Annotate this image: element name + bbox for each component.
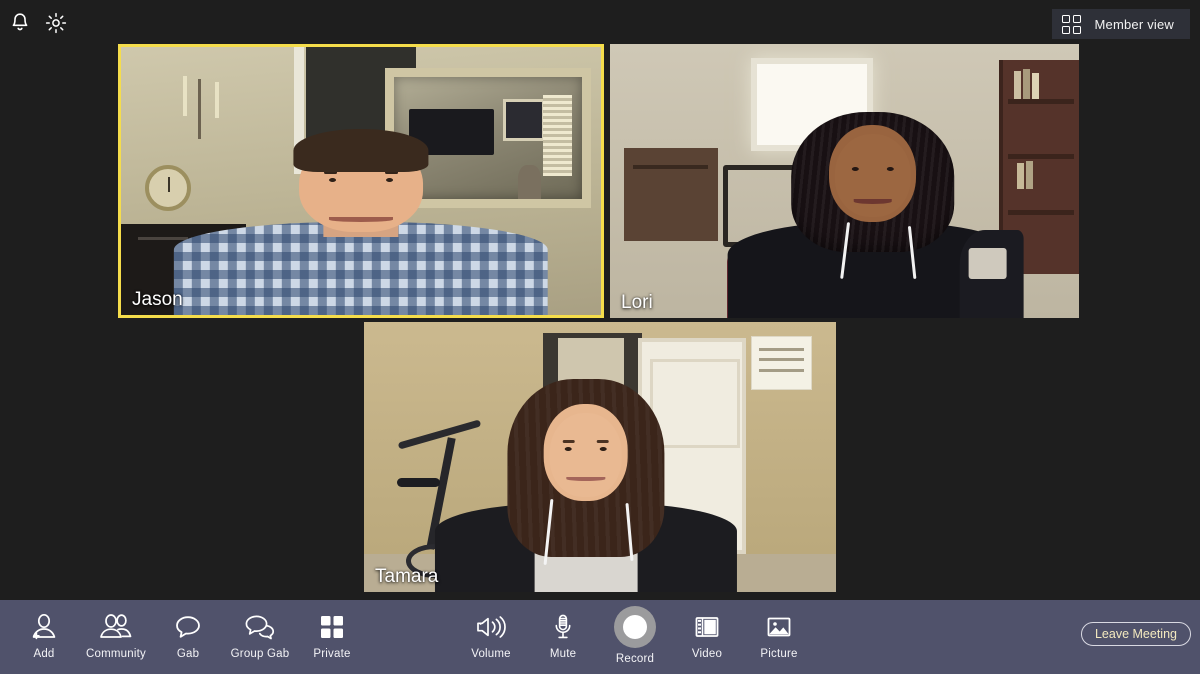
video-grid: Jason Lori Tamara: [0, 44, 1200, 600]
grid-2x2-icon: [1061, 14, 1081, 34]
record-circle-icon: [614, 606, 656, 648]
video-conference-app: Member view Jason Lori Tamara Add Commun…: [0, 0, 1200, 674]
participant-tile-lori[interactable]: Lori: [610, 44, 1079, 318]
member-view-label: Member view: [1094, 16, 1174, 32]
microphone-icon: [551, 611, 575, 643]
bell-icon[interactable]: [8, 11, 32, 35]
person-add-icon: [29, 611, 59, 643]
member-view-button[interactable]: Member view: [1051, 9, 1190, 39]
volume-label: Volume: [471, 648, 511, 660]
video-feed-jason: [121, 47, 601, 315]
image-icon: [765, 611, 793, 643]
toolbar-left-group: Add Community Gab Group Gab Private: [8, 600, 368, 674]
private-label: Private: [313, 648, 351, 660]
add-button[interactable]: Add: [8, 600, 80, 660]
video-label: Video: [691, 648, 723, 660]
volume-button[interactable]: Volume: [455, 600, 527, 660]
gab-button[interactable]: Gab: [152, 600, 224, 660]
picture-label: Picture: [760, 648, 798, 660]
picture-button[interactable]: Picture: [743, 600, 815, 660]
bottom-toolbar: Add Community Gab Group Gab Private Volu…: [0, 600, 1200, 674]
participant-tile-tamara[interactable]: Tamara: [364, 322, 836, 592]
community-button[interactable]: Community: [80, 600, 152, 660]
top-bar-left-controls: [8, 11, 68, 35]
leave-meeting-button[interactable]: Leave Meeting: [1080, 622, 1191, 646]
group-gab-button[interactable]: Group Gab: [224, 600, 296, 660]
video-button[interactable]: Video: [671, 600, 743, 660]
grid-2x2-icon: [319, 611, 345, 643]
speech-bubble-icon: [173, 611, 203, 643]
participant-tile-jason[interactable]: Jason: [118, 44, 604, 318]
mute-label: Mute: [549, 648, 577, 660]
video-feed-tamara: [364, 322, 836, 592]
group-gab-label: Group Gab: [230, 648, 290, 660]
gab-label: Gab: [176, 648, 200, 660]
film-strip-icon: [693, 611, 721, 643]
add-label: Add: [33, 648, 55, 660]
record-label: Record: [615, 653, 655, 665]
speech-bubbles-icon: [243, 611, 277, 643]
record-button[interactable]: Record: [599, 600, 671, 665]
people-group-icon: [99, 611, 133, 643]
top-bar: Member view: [0, 0, 1200, 44]
gear-icon[interactable]: [44, 11, 68, 35]
video-feed-lori: [610, 44, 1079, 318]
speaker-waves-icon: [475, 611, 507, 643]
mute-button[interactable]: Mute: [527, 600, 599, 660]
toolbar-center-group: Volume Mute Record Video Picture: [455, 600, 815, 674]
community-label: Community: [86, 648, 146, 660]
private-button[interactable]: Private: [296, 600, 368, 660]
